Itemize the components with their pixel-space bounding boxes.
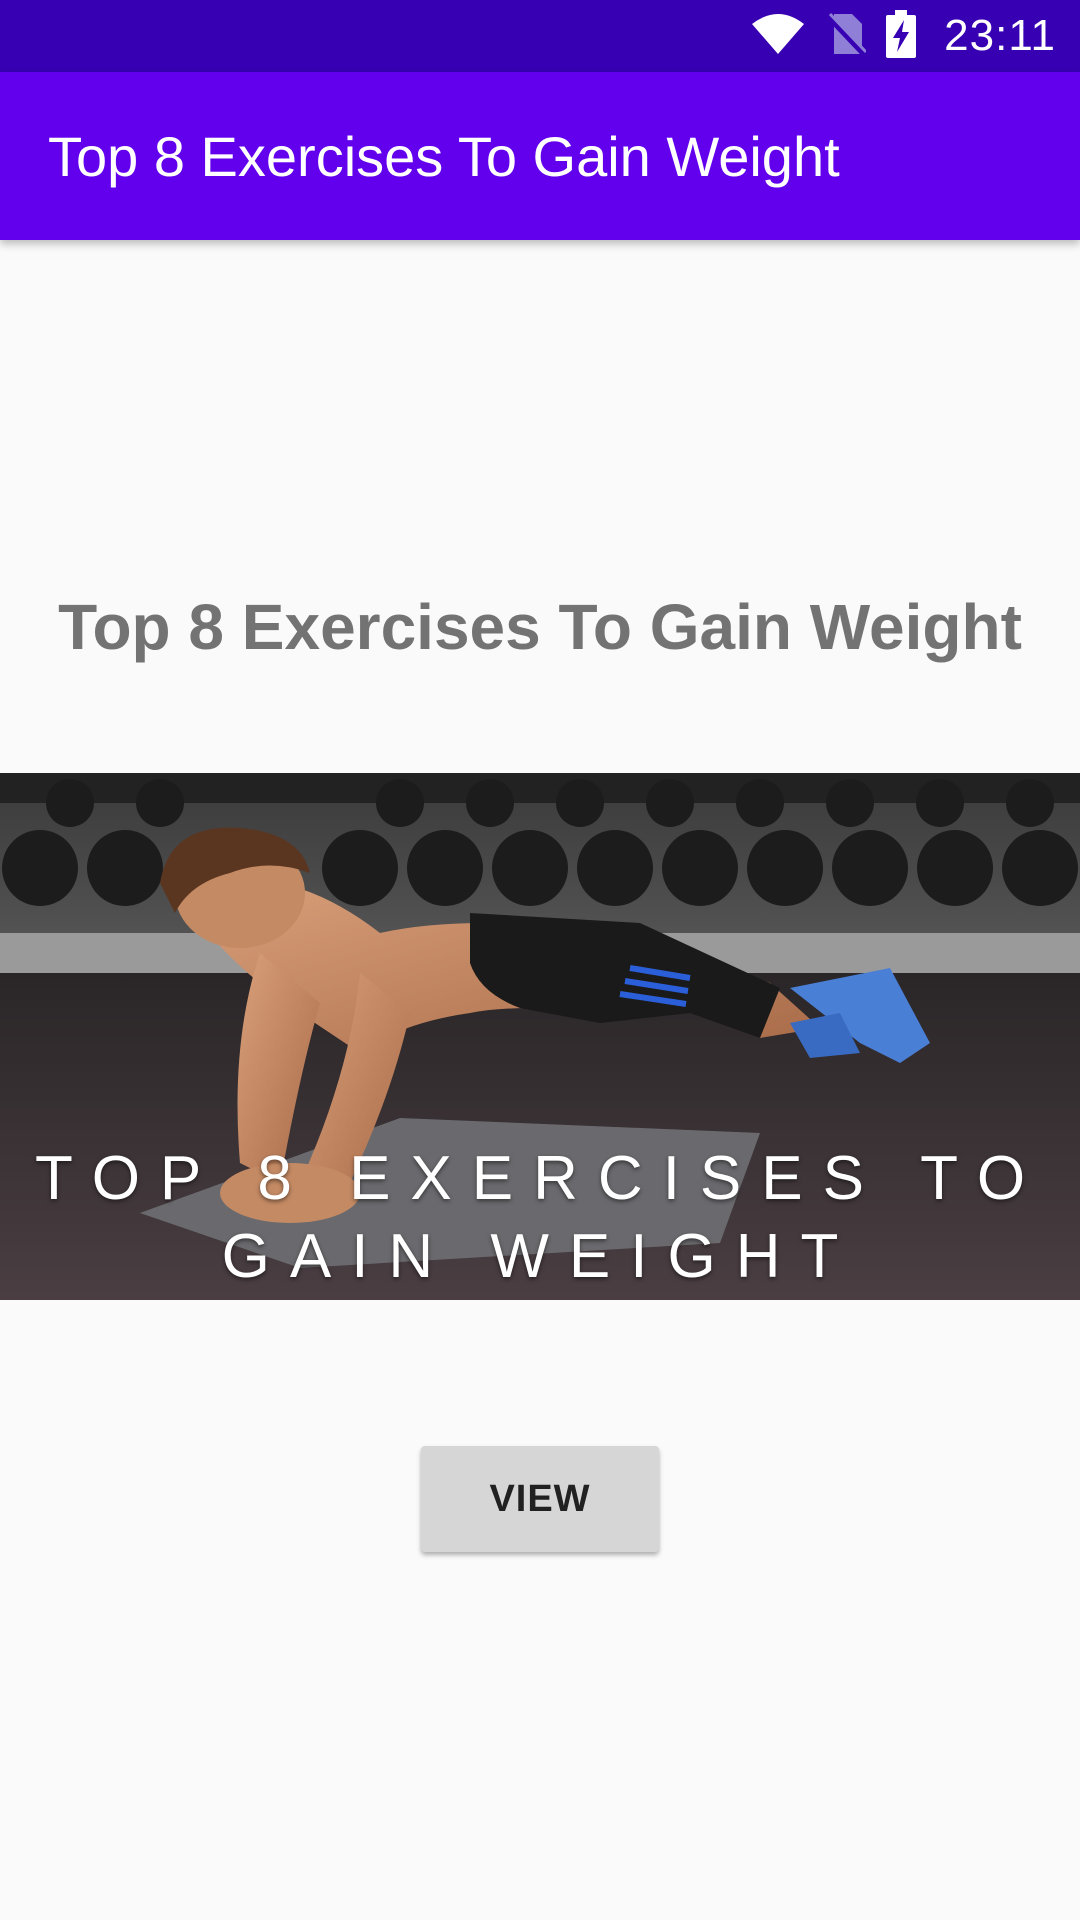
status-bar: 23:11 (0, 0, 1080, 72)
app-bar-title: Top 8 Exercises To Gain Weight (48, 124, 840, 188)
battery-charging-icon (886, 9, 917, 63)
status-icons: 23:11 (750, 0, 1056, 72)
app-bar: Top 8 Exercises To Gain Weight (0, 72, 1080, 240)
no-sim-icon (825, 12, 868, 61)
hero-caption-line1: TOP 8 EXERCISES TO (34, 1144, 1046, 1213)
hero-image: TOP 8 EXERCISES TO GAIN WEIGHT (0, 773, 1080, 1300)
wifi-icon (750, 12, 806, 61)
page-title: Top 8 Exercises To Gain Weight (58, 591, 1022, 663)
view-button[interactable]: VIEW (421, 1446, 659, 1552)
status-time: 23:11 (944, 11, 1056, 60)
hero-caption-line2: GAIN WEIGHT (221, 1222, 859, 1291)
